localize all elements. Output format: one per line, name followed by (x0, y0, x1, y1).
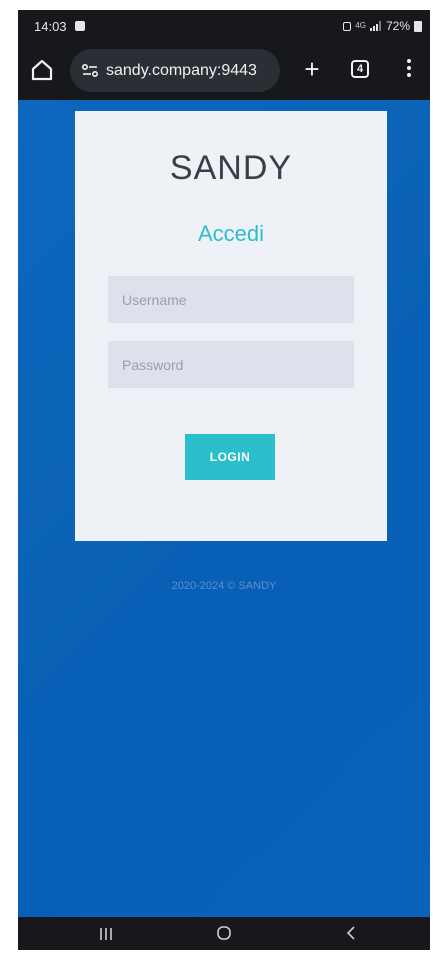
status-bar: 14:03 4G 72% (18, 10, 430, 42)
recent-apps-icon[interactable] (98, 927, 114, 941)
brand-title: SANDY (169, 149, 293, 187)
network-type-icon: 4G (355, 21, 366, 30)
login-button[interactable]: LOGIN (185, 434, 275, 480)
address-bar[interactable]: sandy.company:9443 (70, 49, 280, 92)
battery-percent: 72% (385, 19, 410, 33)
copyright-footer: 2020-2024 © SANDY (171, 580, 277, 592)
login-card: SANDY Accedi LOGIN (75, 111, 387, 541)
notification-icon (75, 21, 85, 31)
nav-home-icon[interactable] (216, 925, 232, 941)
status-time: 14:03 (34, 19, 67, 34)
phone-screen: 14:03 4G 72% sandy.company:9443 + 4 SAND… (18, 10, 430, 950)
home-icon[interactable] (28, 56, 56, 84)
more-vert-icon[interactable] (406, 59, 412, 81)
tab-switcher-icon[interactable]: 4 (351, 60, 369, 78)
site-info-icon[interactable] (80, 62, 100, 80)
battery-icon (414, 20, 422, 32)
username-input[interactable] (108, 276, 354, 323)
system-nav-bar (18, 917, 430, 950)
vpn-lock-icon (343, 21, 352, 31)
form-title: Accedi (197, 221, 265, 246)
browser-toolbar: sandy.company:9443 + 4 (18, 42, 430, 100)
plus-icon[interactable]: + (300, 56, 324, 84)
url-text[interactable]: sandy.company:9443 (106, 62, 257, 80)
back-icon[interactable] (344, 925, 358, 941)
signal-icon (369, 21, 381, 31)
status-indicators: 4G 72% (343, 19, 422, 33)
web-page: SANDY Accedi LOGIN 2020-2024 © SANDY (18, 100, 430, 917)
password-input[interactable] (108, 341, 354, 388)
